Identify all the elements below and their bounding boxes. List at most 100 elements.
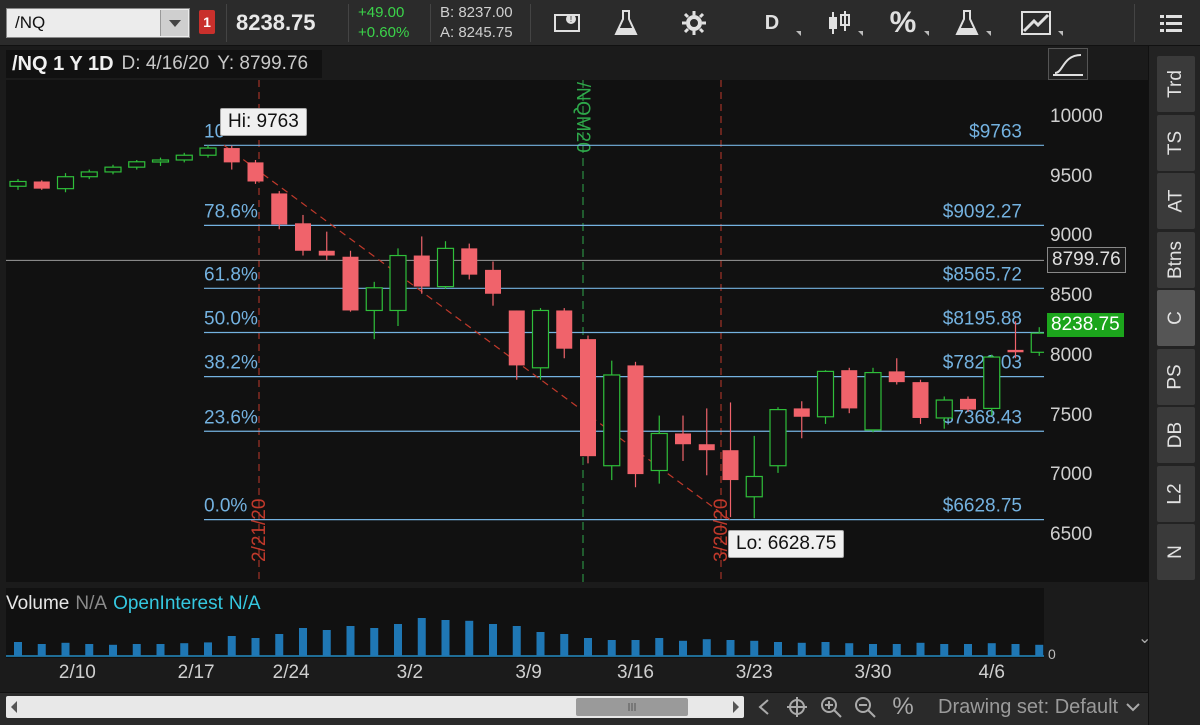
- chart-tools-toggle[interactable]: [1048, 48, 1088, 80]
- candle: [151, 157, 170, 166]
- sidebar-tab-label: TS: [1165, 130, 1186, 155]
- volume-bar: [204, 642, 212, 656]
- candle: [864, 367, 882, 433]
- fib-price-label: $8565.72: [943, 264, 1022, 285]
- sidebar-tab-trd[interactable]: Trd: [1157, 56, 1195, 112]
- sidebar-tab-n[interactable]: N: [1157, 524, 1195, 580]
- sidebar-tab-l2[interactable]: L2: [1157, 465, 1195, 522]
- volume-bar: [750, 640, 759, 656]
- volume-bar: [465, 620, 474, 656]
- fib-percent-label: 78.6%: [204, 201, 258, 222]
- volume-label[interactable]: Volume: [6, 593, 69, 615]
- volume-bar: [1035, 644, 1044, 656]
- volume-bar: [774, 642, 782, 656]
- sidebar-tab-ts[interactable]: TS: [1157, 114, 1195, 171]
- volume-header: Volume N/A OpenInterest N/A: [6, 590, 267, 618]
- candle-body: [508, 310, 525, 366]
- open-interest-label[interactable]: OpenInterest: [113, 593, 223, 615]
- collapse-down-icon[interactable]: [1120, 694, 1146, 720]
- candle-body: [960, 398, 976, 410]
- volume-bar: [821, 642, 830, 656]
- candle-body: [983, 356, 1001, 410]
- volume-bar: [584, 638, 592, 656]
- volume-bar: [370, 628, 379, 656]
- zoom-out-icon[interactable]: [852, 694, 878, 720]
- volume-bar: [631, 640, 640, 656]
- drawings-dropdown[interactable]: [1008, 4, 1066, 42]
- candle: [389, 248, 407, 326]
- pan-left-icon[interactable]: [752, 694, 778, 720]
- price-axis-tick: 9500: [1050, 165, 1093, 187]
- marker-label-rollover: /NQM20: [572, 82, 593, 153]
- sidebar-tab-btns[interactable]: Btns: [1157, 231, 1195, 288]
- sidebar-tab-at[interactable]: AT: [1157, 173, 1195, 229]
- price-chart[interactable]: 2/21/20/NQM203/20/2010 $976378.6% $9092.27…: [6, 80, 1072, 582]
- candle-body: [56, 176, 75, 190]
- crosshair-icon[interactable]: [784, 694, 810, 720]
- volume-bar: [726, 640, 735, 656]
- sidebar-tab-ps[interactable]: PS: [1157, 348, 1195, 405]
- candle: [793, 401, 810, 439]
- candle-body: [841, 370, 858, 409]
- candle-body: [935, 399, 953, 419]
- candle-body: [675, 433, 691, 445]
- chart-symbol-period[interactable]: /NQ 1 Y 1D: [12, 53, 114, 76]
- time-axis[interactable]: 2/10 2/17 2/24 3/2 3/9 3/16 3/23 3/30 4/6: [6, 658, 1044, 690]
- candle: [318, 231, 335, 261]
- zoom-in-icon[interactable]: [818, 694, 844, 720]
- candle: [556, 308, 573, 359]
- volume-bar: [346, 626, 355, 656]
- scrollbar-thumb[interactable]: [576, 698, 688, 716]
- candle-body: [1007, 349, 1024, 353]
- candle: [223, 145, 240, 170]
- studies-dropdown[interactable]: [940, 4, 994, 42]
- candle: [580, 335, 596, 464]
- fib-price-label: $9763: [969, 121, 1022, 142]
- candle: [745, 435, 763, 519]
- fib-percent-label: 23.6%: [204, 407, 258, 428]
- price-axis-tick: 8000: [1050, 344, 1093, 366]
- aggregation-period-dropdown[interactable]: D: [740, 4, 804, 42]
- volume-bar: [251, 638, 260, 656]
- toolbar-divider: [530, 4, 531, 42]
- chart-style-dropdown[interactable]: [812, 4, 866, 42]
- candle: [508, 310, 525, 380]
- fib-percent-label: 38.2%: [204, 353, 258, 374]
- volume-bar: [1011, 644, 1020, 656]
- sidebar-tab-c[interactable]: C: [1157, 290, 1195, 346]
- ask-price: A: 8245.75: [440, 24, 513, 41]
- price-axis-tick: 7000: [1050, 464, 1093, 486]
- volume-bar: [607, 640, 616, 656]
- scroll-right-arrow-icon[interactable]: [728, 696, 744, 718]
- price-alert-button[interactable]: !: [548, 4, 588, 42]
- scroll-left-arrow-icon[interactable]: [6, 696, 22, 718]
- candle: [271, 191, 288, 230]
- flask-icon: [955, 10, 979, 35]
- volume-bar: [275, 634, 284, 656]
- time-axis-tick: 3/2: [396, 662, 424, 683]
- sidebar-tab-db[interactable]: DB: [1157, 407, 1195, 463]
- chart-settings-button[interactable]: [672, 4, 716, 42]
- volume-bar: [964, 644, 972, 656]
- price-axis-tick: 10000: [1050, 106, 1103, 127]
- candle: [769, 407, 787, 473]
- candle: [413, 236, 430, 294]
- cursor-price-tag: 8799.76: [1047, 247, 1126, 273]
- right-sidebar: Trd TS AT Btns C PS DB L2 N: [1148, 46, 1200, 725]
- menu-button[interactable]: [1148, 4, 1194, 42]
- candle-body: [33, 181, 50, 189]
- toolbar-divider: [430, 4, 431, 42]
- percentage-view-button[interactable]: %: [874, 4, 932, 42]
- menu-list-icon: [1160, 15, 1182, 32]
- candle-body: [80, 171, 98, 178]
- toolbar-divider: [348, 4, 349, 42]
- drawing-set-label[interactable]: Drawing set: Default: [938, 694, 1118, 720]
- net-change: +49.00: [358, 4, 405, 21]
- symbol-dropdown-button[interactable]: [160, 10, 188, 36]
- link-group-badge[interactable]: 1: [199, 10, 215, 34]
- percent-icon[interactable]: %: [890, 693, 916, 720]
- candle-body: [223, 148, 240, 163]
- studies-button[interactable]: [606, 4, 646, 42]
- candlestick-icon: [829, 11, 850, 34]
- price-chart-panel[interactable]: 2/21/20/NQM20 3/20/20 10 $9763 78.6% $9092.27…: [6, 80, 1072, 582]
